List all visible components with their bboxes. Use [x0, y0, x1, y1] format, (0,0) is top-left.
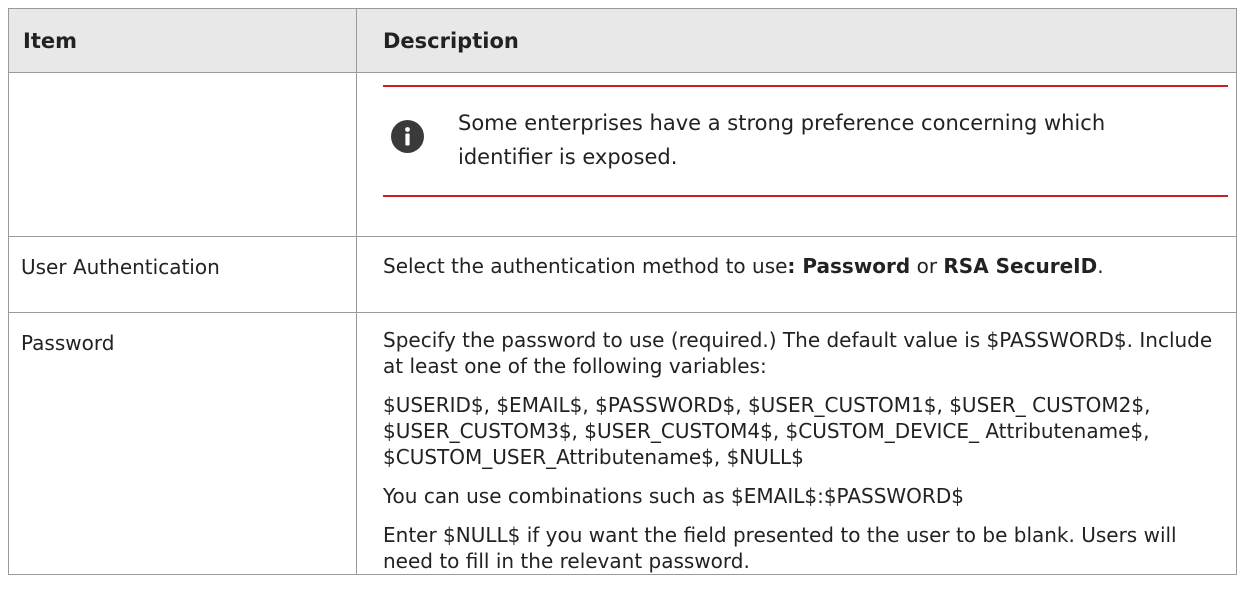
description-user-authentication: Select the authentication method to use:… — [356, 236, 1237, 313]
header-description: Description — [356, 8, 1237, 73]
desc-colon: : — [787, 254, 803, 278]
item-password: Password — [8, 312, 357, 575]
table-row: Some enterprises have a strong preferenc… — [8, 72, 1237, 237]
desc-or: or — [910, 254, 944, 278]
header-row: Item Description — [8, 8, 1237, 73]
desc-period: . — [1097, 254, 1104, 278]
item-user-authentication: User Authentication — [8, 236, 357, 313]
description-password: Specify the password to use (required.) … — [356, 312, 1237, 575]
info-icon — [391, 120, 424, 153]
table-row: Password Specify the password to use (re… — [8, 312, 1237, 575]
note-box: Some enterprises have a strong preferenc… — [383, 85, 1228, 197]
desc-text: Select the authentication method to use — [383, 254, 788, 278]
paragraph-variables-list: $USERID$, $EMAIL$, $PASSWORD$, $USER_CUS… — [383, 393, 1151, 469]
table-row: User Authentication Select the authentic… — [8, 236, 1237, 313]
note-text: Some enterprises have a strong preferenc… — [458, 111, 1106, 169]
header-item: Item — [8, 8, 357, 73]
paragraph-specify-password: Specify the password to use (required.) … — [383, 328, 1213, 378]
empty-item-cell — [8, 72, 357, 237]
option-rsa-secureid: RSA SecureID — [943, 254, 1098, 278]
note-cell: Some enterprises have a strong preferenc… — [356, 72, 1237, 237]
paragraph-combinations: You can use combinations such as $EMAIL$… — [383, 484, 964, 508]
paragraph-null-blank: Enter $NULL$ if you want the field prese… — [383, 523, 1177, 573]
option-password: Password — [802, 254, 911, 278]
item-description-table: Item Description Some enterprises have a… — [8, 8, 1237, 575]
